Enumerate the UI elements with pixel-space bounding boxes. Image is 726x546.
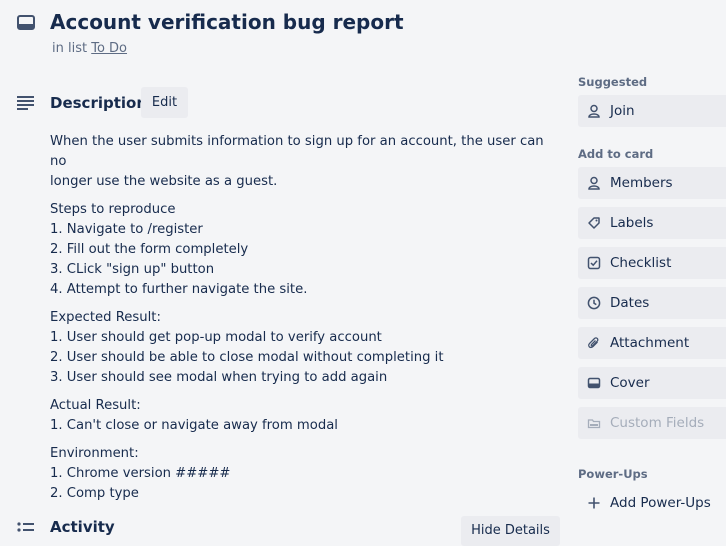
- labels-button[interactable]: Labels: [578, 207, 726, 239]
- list-link[interactable]: To Do: [91, 41, 127, 56]
- members-button[interactable]: Members: [578, 167, 726, 199]
- paperclip-icon: [586, 335, 602, 351]
- join-label: Join: [610, 103, 635, 119]
- steps-section: Steps to reproduce 1. Navigate to /regis…: [50, 200, 550, 300]
- labels-label: Labels: [610, 215, 654, 231]
- expected-line: 1. User should get pop-up modal to verif…: [50, 330, 382, 345]
- add-to-card-heading: Add to card: [578, 147, 654, 161]
- steps-line: 2. Fill out the form completely: [50, 242, 249, 257]
- actual-line: Actual Result:: [50, 398, 141, 413]
- suggested-heading: Suggested: [578, 75, 648, 89]
- description-intro: When the user submits information to sig…: [50, 132, 550, 192]
- expected-line: 3. User should see modal when trying to …: [50, 370, 388, 385]
- list-prefix: in list: [52, 41, 92, 56]
- hide-details-button[interactable]: Hide Details: [461, 516, 560, 546]
- custom-fields-label: Custom Fields: [610, 415, 705, 431]
- plus-icon: [586, 495, 602, 511]
- join-button[interactable]: Join: [578, 95, 726, 127]
- card-icon: [16, 14, 36, 32]
- expected-line: 2. User should be able to close modal wi…: [50, 350, 444, 365]
- activity-heading: Activity: [50, 518, 115, 536]
- card-title: Account verification bug report: [50, 10, 404, 34]
- environment-line: Environment:: [50, 446, 139, 461]
- intro-line: When the user submits information to sig…: [50, 134, 544, 169]
- cover-label: Cover: [610, 375, 650, 391]
- power-ups-heading: Power-Ups: [578, 467, 648, 481]
- clock-icon: [586, 295, 602, 311]
- attachment-label: Attachment: [610, 335, 690, 351]
- add-power-ups-label: Add Power-Ups: [610, 495, 711, 511]
- custom-fields-icon: [586, 415, 602, 431]
- environment-section: Environment: 1. Chrome version ##### 2. …: [50, 444, 550, 504]
- dates-label: Dates: [610, 295, 650, 311]
- expected-section: Expected Result: 1. User should get pop-…: [50, 308, 550, 388]
- steps-line: 4. Attempt to further navigate the site.: [50, 282, 308, 297]
- person-icon: [586, 175, 602, 191]
- description-heading: Description: [50, 94, 148, 112]
- environment-line: 2. Comp type: [50, 486, 139, 501]
- add-power-ups-button[interactable]: Add Power-Ups: [578, 487, 726, 519]
- steps-line: 3. CLick "sign up" button: [50, 262, 215, 277]
- intro-line: longer use the website as a guest.: [50, 174, 278, 189]
- dates-button[interactable]: Dates: [578, 287, 726, 319]
- cover-button[interactable]: Cover: [578, 367, 726, 399]
- checklist-button[interactable]: Checklist: [578, 247, 726, 279]
- description-icon: [16, 95, 36, 111]
- person-icon: [586, 103, 602, 119]
- actual-line: 1. Can't close or navigate away from mod…: [50, 418, 338, 433]
- list-info: in list To Do: [52, 41, 127, 56]
- members-label: Members: [610, 175, 673, 191]
- edit-description-button[interactable]: Edit: [141, 87, 188, 118]
- expected-line: Expected Result:: [50, 310, 161, 325]
- cover-icon: [586, 375, 602, 391]
- checklist-label: Checklist: [610, 255, 672, 271]
- environment-line: 1. Chrome version #####: [50, 466, 231, 481]
- attachment-button[interactable]: Attachment: [578, 327, 726, 359]
- tag-icon: [586, 215, 602, 231]
- checkbox-icon: [586, 255, 602, 271]
- steps-line: Steps to reproduce: [50, 202, 176, 217]
- actual-section: Actual Result: 1. Can't close or navigat…: [50, 396, 550, 436]
- activity-icon: [16, 521, 36, 535]
- custom-fields-button[interactable]: Custom Fields: [578, 407, 726, 439]
- description-body[interactable]: When the user submits information to sig…: [50, 132, 550, 512]
- steps-line: 1. Navigate to /register: [50, 222, 203, 237]
